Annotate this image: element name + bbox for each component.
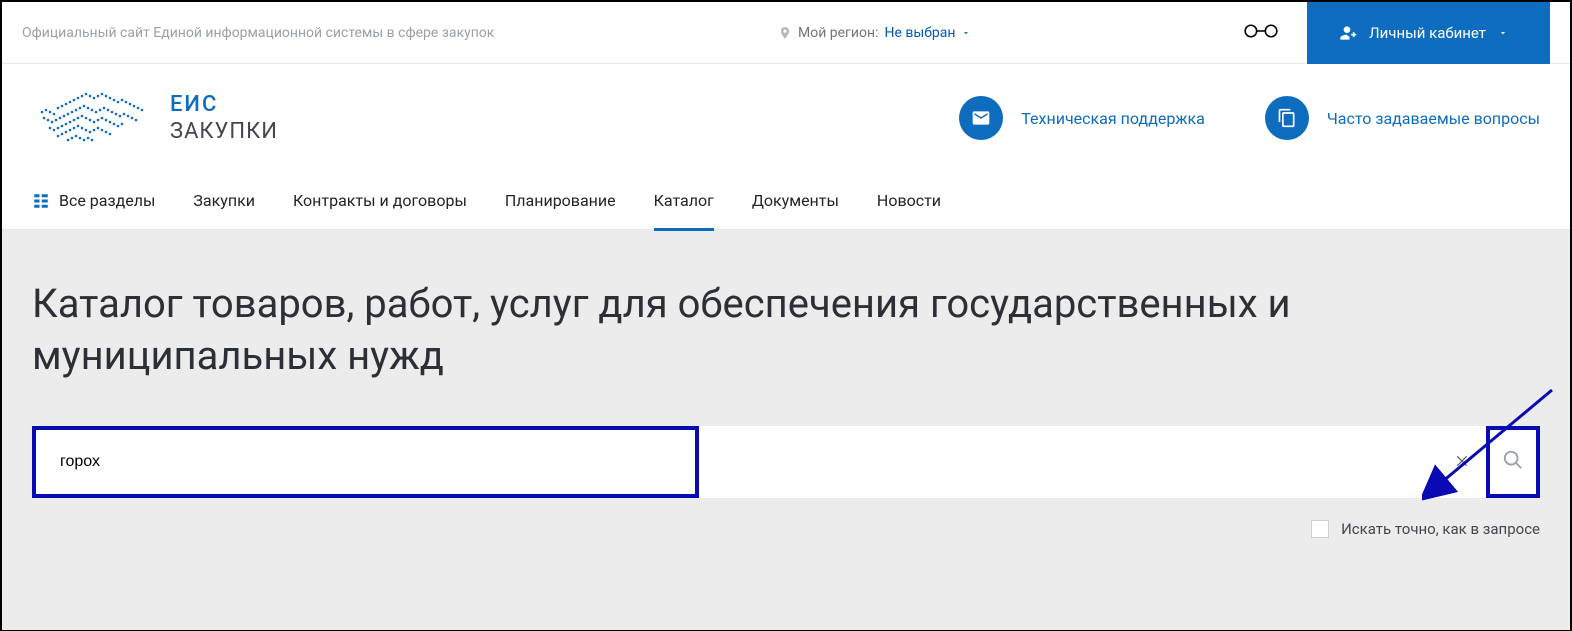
content-area: Каталог товаров, работ, услуг для обеспе…	[2, 230, 1570, 630]
search-button-highlight	[1486, 426, 1540, 498]
nav-label: Все разделы	[59, 191, 155, 210]
region-value: Не выбран	[884, 25, 955, 41]
sections-icon	[32, 192, 50, 210]
nav-label: Закупки	[193, 191, 255, 210]
login-icon	[1337, 23, 1357, 43]
clear-search-button[interactable]	[1454, 450, 1470, 474]
exact-search-checkbox[interactable]	[1311, 520, 1329, 538]
support-link[interactable]: Техническая поддержка	[959, 96, 1205, 140]
login-label: Личный кабинет	[1369, 24, 1486, 42]
site-description: Официальный сайт Единой информационной с…	[22, 25, 494, 41]
caret-down-icon	[1498, 28, 1508, 38]
top-bar: Официальный сайт Единой информационной с…	[2, 2, 1570, 64]
faq-link[interactable]: Часто задаваемые вопросы	[1265, 96, 1540, 140]
page-title: Каталог товаров, работ, услуг для обеспе…	[32, 278, 1540, 382]
support-label: Техническая поддержка	[1021, 109, 1205, 128]
copy-icon	[1265, 96, 1309, 140]
logo-map-icon	[32, 86, 152, 150]
logo-text: ЕИС ЗАКУПКИ	[170, 92, 278, 144]
search-button[interactable]	[1502, 449, 1524, 475]
search-icon	[1502, 449, 1524, 471]
search-input-highlight	[32, 426, 699, 498]
login-button[interactable]: Личный кабинет	[1307, 2, 1550, 64]
nav-documents[interactable]: Документы	[752, 172, 839, 230]
search-input[interactable]	[60, 453, 671, 471]
mail-icon	[959, 96, 1003, 140]
logo[interactable]: ЕИС ЗАКУПКИ	[32, 86, 278, 150]
nav-purchases[interactable]: Закупки	[193, 172, 255, 230]
location-pin-icon	[778, 26, 792, 40]
region-selector[interactable]: Мой регион: Не выбран	[778, 25, 971, 41]
glasses-icon	[1243, 22, 1279, 40]
nav-all-sections[interactable]: Все разделы	[32, 172, 155, 230]
close-icon	[1454, 453, 1470, 469]
exact-search-row: Искать точно, как в запросе	[32, 520, 1540, 538]
nav-label: Планирование	[505, 191, 616, 210]
exact-search-label: Искать точно, как в запросе	[1341, 520, 1540, 538]
faq-label: Часто задаваемые вопросы	[1327, 109, 1540, 128]
nav-planning[interactable]: Планирование	[505, 172, 616, 230]
nav-contracts[interactable]: Контракты и договоры	[293, 172, 467, 230]
search-bar-mid	[699, 426, 1486, 498]
search-row	[32, 426, 1540, 498]
nav-label: Новости	[877, 191, 941, 210]
region-prefix: Мой регион:	[798, 25, 878, 41]
nav-news[interactable]: Новости	[877, 172, 941, 230]
accessibility-button[interactable]	[1215, 22, 1307, 44]
nav-label: Документы	[752, 191, 839, 210]
chevron-down-icon	[961, 28, 971, 38]
nav-label: Каталог	[654, 191, 714, 210]
logo-line2: ЗАКУПКИ	[170, 119, 278, 144]
nav-catalog[interactable]: Каталог	[654, 172, 714, 230]
header: ЕИС ЗАКУПКИ Техническая поддержка Часто …	[2, 64, 1570, 172]
main-nav: Все разделы Закупки Контракты и договоры…	[2, 172, 1570, 230]
nav-label: Контракты и договоры	[293, 191, 467, 210]
logo-line1: ЕИС	[170, 92, 278, 117]
